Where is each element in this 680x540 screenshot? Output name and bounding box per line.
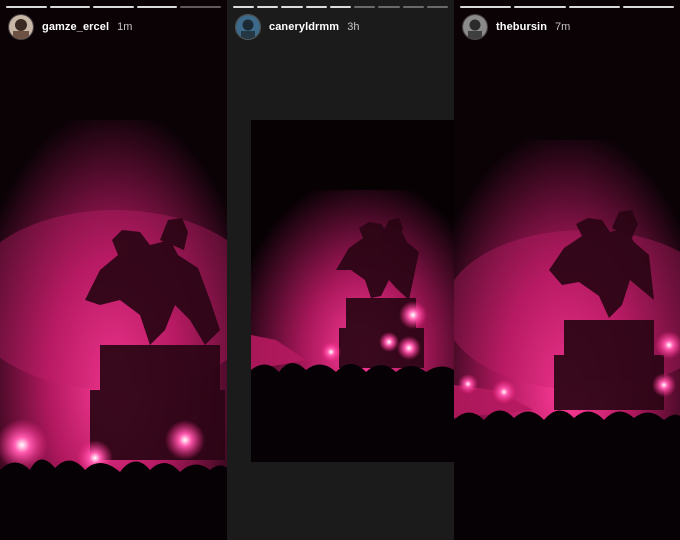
progress-segment <box>136 6 178 8</box>
story-header-3: thebursin 7m <box>462 14 672 40</box>
story-photo-frame <box>251 120 454 462</box>
avatar[interactable] <box>8 14 34 40</box>
story-photo-statue-flares-1 <box>0 0 227 540</box>
progress-segment <box>378 6 400 8</box>
username[interactable]: thebursin <box>496 21 547 33</box>
story-panel-2[interactable]: caneryldrmm 3h <box>227 0 454 540</box>
avatar[interactable] <box>235 14 261 40</box>
progress-segment <box>93 6 134 8</box>
story-panel-3[interactable]: thebursin 7m <box>454 0 680 540</box>
progress-segment <box>568 6 620 8</box>
instagram-stories-collage: gamze_ercel 1m caneryldrmm 3h thebursin … <box>0 0 680 540</box>
progress-segment <box>180 6 221 8</box>
profile-photo-icon <box>236 15 260 39</box>
profile-photo-icon <box>463 15 487 39</box>
progress-segment <box>354 6 376 8</box>
progress-segment <box>402 6 424 8</box>
progress-segment <box>622 6 674 8</box>
story-photo-statue-flares-3 <box>454 0 680 540</box>
progress-segment <box>6 6 47 8</box>
progress-segment <box>257 6 279 8</box>
post-time: 7m <box>555 21 571 33</box>
post-time: 1m <box>117 21 133 33</box>
story-header-1: gamze_ercel 1m <box>8 14 219 40</box>
progress-segment <box>233 6 255 8</box>
post-time: 3h <box>347 21 360 33</box>
story-header-2: caneryldrmm 3h <box>235 14 446 40</box>
progress-segment <box>514 6 566 8</box>
story-progress-bar-3 <box>460 6 674 8</box>
progress-segment <box>460 6 512 8</box>
story-panel-1[interactable]: gamze_ercel 1m <box>0 0 227 540</box>
story-photo-statue-flares-2 <box>251 120 454 462</box>
profile-photo-icon <box>9 15 33 39</box>
username[interactable]: caneryldrmm <box>269 21 339 33</box>
progress-segment <box>49 6 91 8</box>
story-progress-bar-2 <box>233 6 448 8</box>
progress-segment <box>305 6 327 8</box>
progress-segment <box>426 6 448 8</box>
progress-segment <box>329 6 352 8</box>
avatar[interactable] <box>462 14 488 40</box>
story-progress-bar-1 <box>6 6 221 8</box>
username[interactable]: gamze_ercel <box>42 21 109 33</box>
progress-segment <box>281 6 303 8</box>
